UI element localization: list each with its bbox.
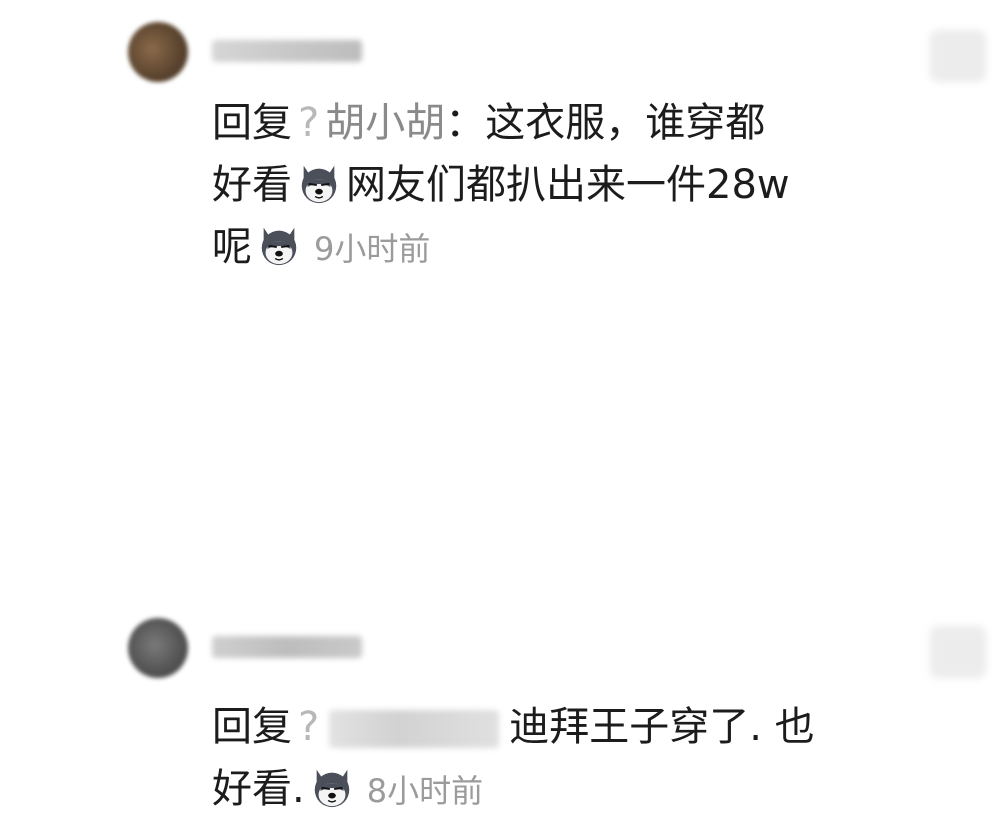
comment-text: 好看: [212, 162, 292, 208]
mention-marker: ?: [298, 704, 320, 750]
reply-prefix: 回复: [212, 100, 292, 146]
like-icon[interactable]: [930, 30, 986, 82]
comment-body: 回复? 迪拜王子穿了. 也 好看. 8小时前: [212, 696, 872, 822]
username-redacted[interactable]: [212, 40, 362, 62]
husky-dog-emoji-icon: [301, 165, 337, 204]
comment-text: 迪拜王子穿了. 也: [509, 704, 815, 750]
avatar[interactable]: [128, 22, 188, 82]
comment-timestamp: 9小时前: [314, 230, 431, 268]
mention-marker: ?: [298, 100, 320, 146]
comment-body: 回复? 胡小胡：这衣服，谁穿都 好看 网友们都扒出来一件28w 呢 9小时前: [212, 92, 872, 280]
comment-text: 好看.: [212, 766, 305, 812]
username-redacted[interactable]: [212, 636, 362, 658]
mention-name-redacted[interactable]: [329, 710, 500, 748]
husky-dog-emoji-icon: [261, 227, 297, 266]
comment-item: 回复? 迪拜王子穿了. 也 好看. 8小时前: [0, 300, 998, 812]
mention-name[interactable]: 胡小胡: [325, 100, 445, 146]
comment-text: 这衣服，谁穿都: [485, 100, 766, 146]
comment-text: 网友们都扒出来一件28w: [346, 162, 790, 208]
husky-dog-emoji-icon: [314, 769, 349, 808]
comment-timestamp: 8小时前: [366, 772, 484, 810]
comment-item: 回复? 胡小胡：这衣服，谁穿都 好看 网友们都扒出来一件28w 呢 9小时前: [0, 0, 998, 290]
separator: ：: [445, 100, 486, 146]
comment-text: 呢: [212, 224, 252, 270]
like-icon[interactable]: [930, 626, 986, 678]
reply-prefix: 回复: [212, 704, 292, 750]
avatar[interactable]: [128, 618, 188, 678]
